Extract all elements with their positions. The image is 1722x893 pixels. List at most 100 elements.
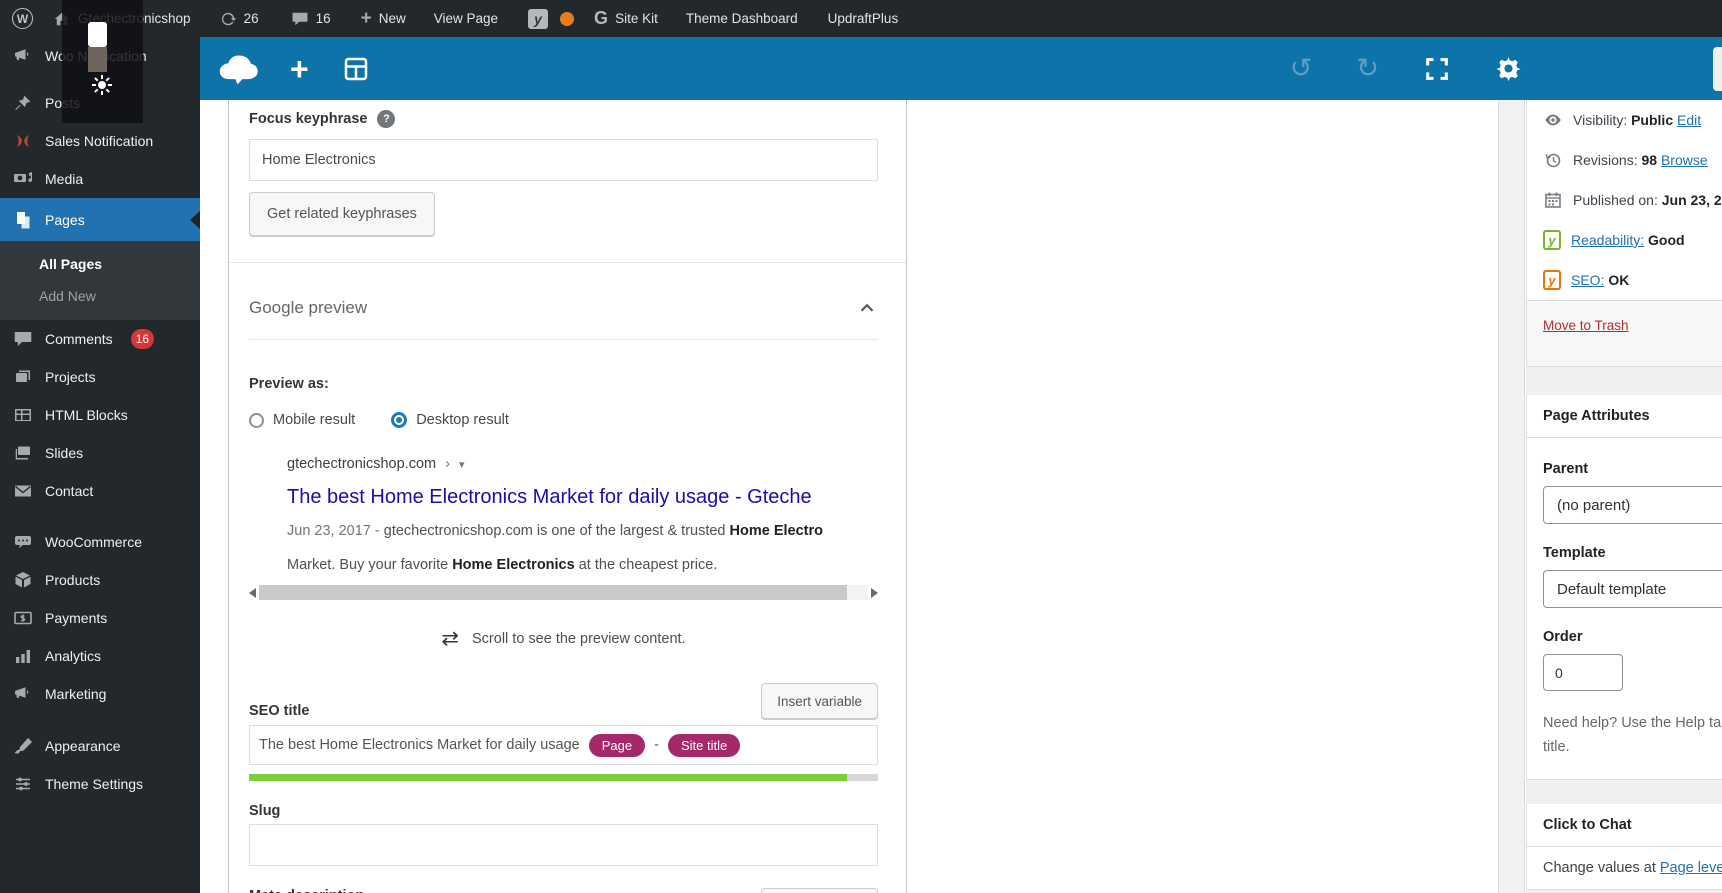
sidebar-item-projects[interactable]: Projects [0,358,200,396]
slug-input[interactable] [249,824,878,866]
updraftplus-link[interactable]: UpdraftPlus [828,11,899,26]
sidebar-item-label: Payments [45,610,108,626]
marketing-megaphone-icon [15,687,29,699]
block-layout-icon[interactable] [341,54,371,84]
sidebar-item-comments[interactable]: Comments 16 [0,320,200,358]
comments-menu[interactable]: 16 [291,10,331,28]
page-variable-tag[interactable]: Page [588,733,646,757]
parent-select[interactable]: (no parent) [1543,486,1722,524]
add-block-button[interactable]: + [290,53,309,85]
sidebar-item-label: Pages [45,211,85,228]
preview-desc-bold: Home Electro [729,523,824,539]
revisions-browse-link[interactable]: Browse [1661,152,1708,168]
scrollbar-thumb[interactable] [259,585,847,600]
chevron-up-icon[interactable] [856,297,878,319]
gear-icon[interactable] [1495,55,1522,82]
preview-desc-text: gtechectronicshop.com is one of the larg… [383,523,730,539]
site-kit-menu[interactable]: G Site Kit [594,8,658,29]
notification-dot-icon[interactable] [560,11,575,26]
sidebar-item-pages[interactable]: Pages [0,198,200,241]
comments-icon [14,332,32,346]
scrollbar-thumb[interactable] [88,22,107,47]
cloud-logo-icon[interactable] [214,49,264,89]
undo-icon[interactable]: ↺ [1290,55,1313,82]
page-level-link[interactable]: Page leve [1660,860,1722,876]
preview-result-title: The best Home Electronics Market for dai… [287,486,812,508]
breadcrumb-separator: › [445,456,450,472]
template-select[interactable]: Default template [1543,570,1722,608]
fullscreen-icon[interactable] [1423,55,1451,83]
seo-yoast-icon: y [1543,270,1561,290]
sidebar-subitem-add-new[interactable]: Add New [0,280,200,312]
sidebar-item-slides[interactable]: Slides [0,434,200,472]
parent-label: Parent [1543,461,1589,477]
sidebar-item-woocommerce[interactable]: WooCommerce [0,523,200,561]
insert-variable-button[interactable]: Insert variable [761,683,878,719]
yoast-icon[interactable]: y [528,8,549,29]
seo-title-progress-bar [249,774,878,781]
seo-title-text: The best Home Electronics Market for dai… [259,737,580,753]
new-label: New [378,11,406,26]
desktop-result-radio[interactable]: Desktop result [391,412,509,428]
publish-button-partial[interactable] [1713,47,1722,91]
scrollbar-track[interactable] [259,585,868,600]
vertical-scrollbar[interactable] [1498,100,1525,893]
revisions-row: Revisions: 98 Browse [1527,140,1722,180]
visibility-edit-link[interactable]: Edit [1677,112,1701,128]
sidebar-item-payments[interactable]: Payments [0,599,200,637]
move-to-trash-link[interactable]: Move to Trash [1543,318,1629,333]
help-icon[interactable]: ? [377,110,396,128]
preview-domain: gtechectronicshop.com [287,456,437,472]
editor-toolbar: + ↺ ↻ [200,37,1722,100]
seo-title-separator: - [654,737,659,753]
editor-content-area: Focus keyphrase ? Get related keyphrases… [200,100,1498,893]
view-page-link[interactable]: View Page [434,11,498,26]
focus-keyphrase-input[interactable] [249,139,878,181]
sidebar-item-media[interactable]: Media [0,160,200,198]
pages-icon [17,211,30,228]
sidebar-item-contact[interactable]: Contact [0,472,200,510]
sidebar-subitem-all-pages[interactable]: All Pages [0,248,200,280]
progress-fill [249,774,847,781]
sidebar-item-analytics[interactable]: Analytics [0,637,200,675]
preview-horizontal-scrollbar[interactable] [249,585,878,600]
sidebar-item-label: Slides [45,445,84,461]
radio-checked-icon [391,412,408,428]
redo-icon[interactable]: ↻ [1356,55,1379,82]
seo-title-field[interactable]: The best Home Electronics Market for dai… [249,725,878,765]
sidebar-item-products[interactable]: Products [0,561,200,599]
comment-bubble-icon [292,12,308,25]
new-menu[interactable]: + New [361,9,406,28]
seo-link[interactable]: SEO: [1571,272,1604,288]
visibility-row: Visibility: Public Edit [1527,100,1722,140]
sidebar-item-label: Marketing [45,686,107,702]
scroll-right-arrow-icon[interactable] [871,587,878,598]
sidebar-item-appearance[interactable]: Appearance [0,727,200,765]
revisions-label: Revisions: [1573,152,1638,168]
scroll-left-arrow-icon[interactable] [249,587,256,598]
click-to-chat-title[interactable]: Click to Chat [1527,804,1722,847]
site-title-variable-tag[interactable]: Site title [667,733,741,757]
revisions-clock-icon [1545,153,1561,168]
page-attributes-title[interactable]: Page Attributes [1527,395,1722,438]
sidebar-item-label: Comments [45,331,113,347]
pages-submenu: All Pages Add New [0,241,200,320]
mobile-result-radio[interactable]: Mobile result [249,412,355,428]
theme-dashboard-link[interactable]: Theme Dashboard [686,11,798,26]
readability-link[interactable]: Readability: [1571,232,1644,248]
paintbrush-icon [14,738,32,754]
sidebar-item-marketing[interactable]: Marketing [0,675,200,713]
insert-variable-button[interactable]: Insert variable [761,888,878,893]
sidebar-item-html-blocks[interactable]: HTML Blocks [0,396,200,434]
sidebar-item-theme-settings[interactable]: Theme Settings [0,765,200,803]
updates-menu[interactable]: 26 [219,10,259,28]
page-attributes-help-text: Need help? Use the Help ta title. [1543,715,1722,755]
get-related-keyphrases-button[interactable]: Get related keyphrases [249,192,435,236]
order-input[interactable] [1543,654,1623,691]
sidebar-item-sales-notification[interactable]: Sales Notification [0,122,200,160]
sliders-icon [16,777,30,791]
sun-icon[interactable] [90,73,114,97]
sidebar-item-label: Products [45,572,101,588]
visibility-label: Visibility: [1573,112,1628,128]
wordpress-logo-icon[interactable]: W [12,8,33,29]
